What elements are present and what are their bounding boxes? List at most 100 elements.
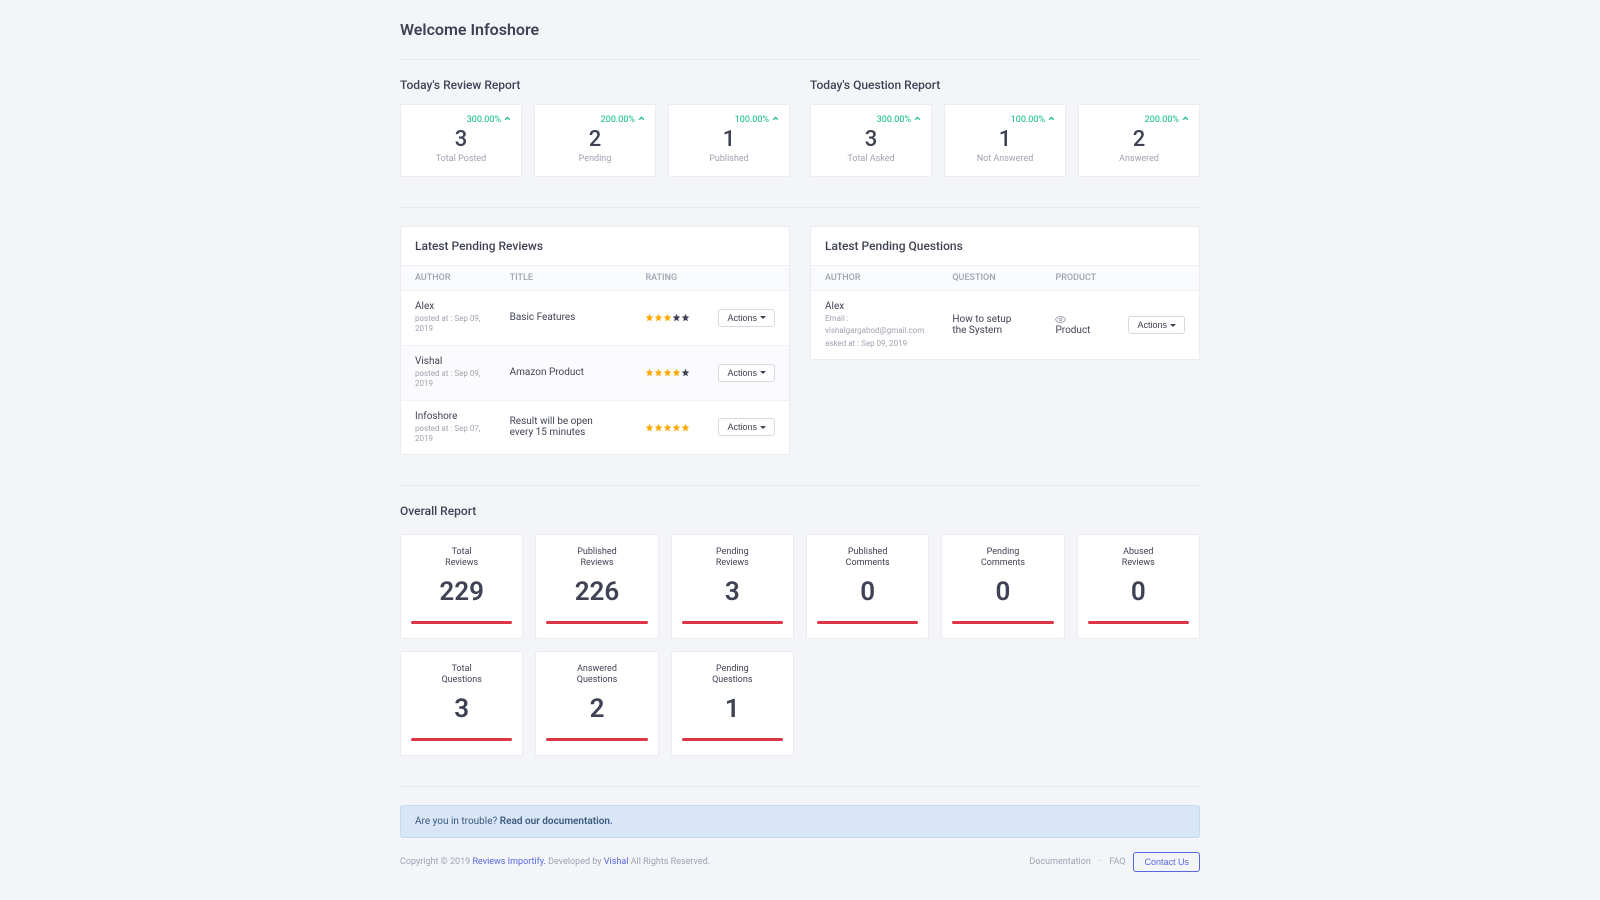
star-icon xyxy=(681,367,690,376)
review-title: Amazon Product xyxy=(510,367,584,378)
stat-label: Not Answered xyxy=(955,154,1055,164)
divider xyxy=(400,207,1200,208)
trend-badge: 100.00% xyxy=(955,115,1055,125)
actions-button[interactable]: Actions xyxy=(718,309,775,327)
today-question-report: Today's Question Report 300.00%3Total As… xyxy=(810,78,1200,177)
overall-card-title: PublishedReviews xyxy=(546,547,647,569)
actions-label: Actions xyxy=(1137,320,1167,330)
asked-at: asked at : Sep 09, 2019 xyxy=(825,339,924,349)
stat-label: Total Asked xyxy=(821,154,921,164)
question-text: How to setup the System xyxy=(952,314,1011,336)
documentation-link[interactable]: Read our documentation. xyxy=(500,816,613,827)
question-stat-card-1: 100.00% 1 Not Answered xyxy=(944,104,1066,177)
overall-card-0: TotalReviews229 xyxy=(400,534,523,639)
star-icon xyxy=(681,422,690,431)
overall-card-title: AnsweredQuestions xyxy=(546,664,647,686)
footer-documentation-link[interactable]: Documentation xyxy=(1029,857,1090,867)
star-rating xyxy=(645,367,690,378)
eye-icon xyxy=(1055,314,1070,325)
overall-card-7: AnsweredQuestions 2 xyxy=(535,651,658,756)
author-email-label: Email : xyxy=(825,314,924,324)
overall-card-title: PendingQuestions xyxy=(682,664,783,686)
th-question: QUESTION xyxy=(938,266,1041,291)
review-title: Result will be open every 15 minutes xyxy=(510,416,593,438)
overall-card-value: 229 xyxy=(411,577,512,607)
pending-reviews-heading: Latest Pending Reviews xyxy=(401,227,789,265)
table-row: AlexEmail :vishalgargabod@gmail.comasked… xyxy=(811,291,1199,360)
actions-button[interactable]: Actions xyxy=(1128,316,1185,334)
trend-badge: 200.00% xyxy=(545,115,645,125)
overall-card-title: PublishedComments xyxy=(817,547,918,569)
question-stat-card-2: 200.00%2Answered xyxy=(1078,104,1200,177)
overall-card-value: 3 xyxy=(411,694,512,724)
star-icon xyxy=(663,367,672,376)
author-name: Vishal xyxy=(415,356,482,367)
star-icon xyxy=(645,422,654,431)
overall-card-value: 1 xyxy=(682,694,783,724)
star-icon xyxy=(681,312,690,321)
posted-at: posted at : Sep 09, 2019 xyxy=(415,369,482,390)
stat-value: 1 xyxy=(955,127,1055,152)
star-icon xyxy=(672,312,681,321)
today-reports: Today's Review Report 300.00% 3 Total Post… xyxy=(400,78,1200,177)
star-icon xyxy=(654,312,663,321)
star-icon xyxy=(663,312,672,321)
stat-value: 2 xyxy=(1089,127,1189,152)
star-icon xyxy=(663,422,672,431)
today-question-heading: Today's Question Report xyxy=(810,78,1200,92)
author-email: vishalgargabod@gmail.com xyxy=(825,326,924,336)
star-icon xyxy=(645,312,654,321)
overall-card-5: AbusedReviews0 xyxy=(1077,534,1200,639)
dot-separator: · xyxy=(1099,857,1101,867)
star-icon xyxy=(645,367,654,376)
th-title: TITLE xyxy=(496,266,632,291)
trend-pct: 300.00% xyxy=(877,115,911,125)
star-icon xyxy=(654,422,663,431)
alert-text: Are you in trouble? xyxy=(415,816,500,827)
stat-value: 1 xyxy=(679,127,779,152)
stat-label: Published xyxy=(679,154,779,164)
star-icon xyxy=(672,422,681,431)
trend-pct: 200.00% xyxy=(601,115,635,125)
pending-panels: Latest Pending Reviews AUTHOR TITLE RATI… xyxy=(400,226,1200,455)
star-icon xyxy=(654,367,663,376)
progress-bar xyxy=(1088,621,1189,624)
caret-down-icon xyxy=(760,316,766,319)
overall-card-value: 2 xyxy=(546,694,647,724)
chevron-up-icon xyxy=(638,115,645,125)
help-alert: Are you in trouble? Read our documentati… xyxy=(400,805,1200,838)
today-review-report: Today's Review Report 300.00% 3 Total Post… xyxy=(400,78,790,177)
footer-faq-link[interactable]: FAQ xyxy=(1109,857,1125,867)
trend-badge: 200.00% xyxy=(1089,115,1189,125)
chevron-up-icon xyxy=(914,115,921,125)
chevron-up-icon xyxy=(1182,115,1189,125)
overall-card-value: 0 xyxy=(817,577,918,607)
stat-label: Pending xyxy=(545,154,645,164)
progress-bar xyxy=(546,738,647,741)
contact-us-button[interactable]: Contact Us xyxy=(1133,852,1200,872)
progress-bar xyxy=(411,738,512,741)
trend-pct: 100.00% xyxy=(1011,115,1045,125)
overall-card-1: PublishedReviews226 xyxy=(535,534,658,639)
chevron-up-icon xyxy=(1048,115,1055,125)
overall-heading: Overall Report xyxy=(400,504,1200,518)
caret-down-icon xyxy=(760,371,766,374)
th-product: PRODUCT xyxy=(1041,266,1114,291)
divider xyxy=(400,59,1200,60)
stat-value: 3 xyxy=(411,127,511,152)
stat-label: Total Posted xyxy=(411,154,511,164)
trend-badge: 300.00% xyxy=(411,115,511,125)
today-review-heading: Today's Review Report xyxy=(400,78,790,92)
caret-down-icon xyxy=(1170,324,1176,327)
actions-button[interactable]: Actions xyxy=(718,364,775,382)
progress-bar xyxy=(682,738,783,741)
trend-badge: 100.00% xyxy=(679,115,779,125)
review-title: Basic Features xyxy=(510,312,576,323)
overall-card-8: PendingQuestions 1 xyxy=(671,651,794,756)
th-author: AUTHOR xyxy=(401,266,496,291)
star-rating xyxy=(645,422,690,433)
question-stat-card-0: 300.00%3Total Asked xyxy=(810,104,932,177)
actions-label: Actions xyxy=(727,422,757,432)
overall-card-title: PendingComments xyxy=(952,547,1053,569)
actions-button[interactable]: Actions xyxy=(718,418,775,436)
